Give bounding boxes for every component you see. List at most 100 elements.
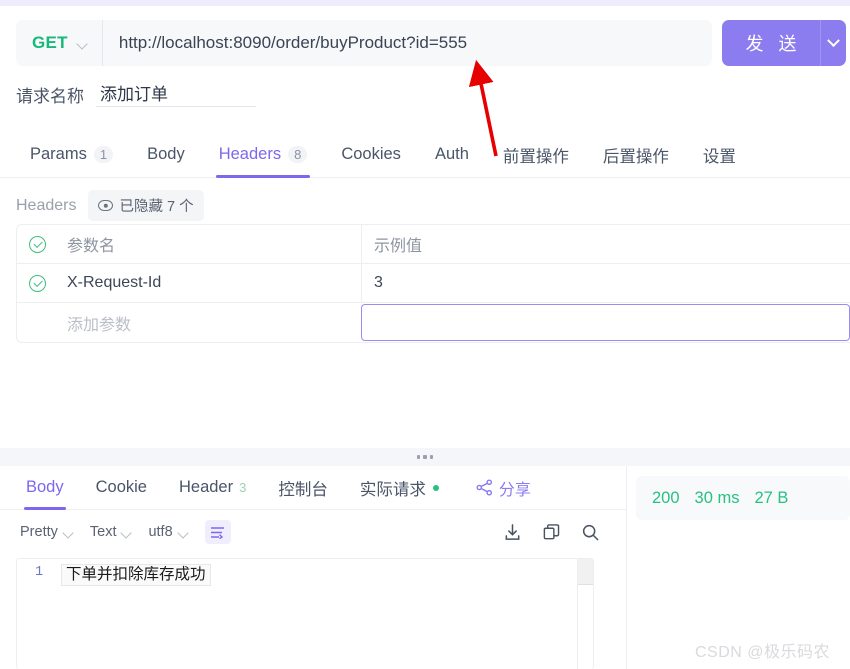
tab-response-body[interactable]: Body bbox=[10, 466, 80, 510]
encoding-select[interactable]: utf8 bbox=[140, 524, 196, 540]
tab-post-operation[interactable]: 后置操作 bbox=[586, 132, 686, 178]
chevron-down-icon bbox=[77, 40, 88, 47]
header-value-cell[interactable]: 3 bbox=[361, 264, 850, 302]
url-input-group: GET bbox=[16, 20, 712, 66]
hidden-headers-label: 已隐藏 7 个 bbox=[119, 199, 194, 215]
line-number: 1 bbox=[34, 565, 44, 580]
tab-body[interactable]: Body bbox=[130, 132, 202, 178]
status-time: 30 ms bbox=[694, 488, 740, 507]
tab-label: Cookies bbox=[341, 145, 401, 163]
row-checkbox-cell[interactable] bbox=[17, 274, 57, 292]
response-body-editor[interactable]: 1 下单并扣除库存成功 bbox=[16, 558, 594, 669]
select-all-cell[interactable] bbox=[17, 235, 57, 253]
top-accent-strip bbox=[0, 0, 850, 6]
column-header-name: 参数名 bbox=[67, 238, 116, 255]
tab-label: 后置操作 bbox=[602, 147, 669, 166]
response-body-toolbar: Pretty Text utf8 bbox=[0, 512, 627, 552]
type-select[interactable]: Text bbox=[82, 524, 141, 540]
tab-label: 设置 bbox=[702, 147, 736, 166]
tab-auth[interactable]: Auth bbox=[418, 132, 486, 178]
chevron-down-icon bbox=[827, 33, 840, 47]
tab-console[interactable]: 控制台 bbox=[262, 466, 344, 510]
drag-dot bbox=[430, 455, 434, 459]
text-wrap-toggle[interactable] bbox=[204, 520, 231, 544]
status-badge: 200 30 ms 27 B bbox=[636, 476, 850, 520]
checkmark-icon[interactable] bbox=[28, 235, 46, 253]
format-label: Pretty bbox=[20, 524, 58, 540]
format-select[interactable]: Pretty bbox=[12, 524, 82, 540]
editor-scrollbar[interactable] bbox=[577, 559, 593, 669]
table-header-row: 参数名 示例值 bbox=[17, 225, 850, 264]
tab-label: Body bbox=[147, 145, 185, 163]
api-client-window: GET 发 送 请求名称 Params 1 Body Headers 8 bbox=[0, 0, 850, 669]
chevron-down-icon bbox=[63, 529, 74, 536]
request-name-row: 请求名称 bbox=[16, 82, 256, 107]
share-button[interactable]: 分享 bbox=[461, 476, 545, 500]
hidden-headers-toggle[interactable]: 已隐藏 7 个 bbox=[88, 190, 204, 221]
tab-response-header[interactable]: Header 3 bbox=[163, 466, 262, 510]
response-tabs: Body Cookie Header 3 控制台 实际请求 分享 bbox=[0, 466, 627, 510]
headers-section-title: Headers bbox=[16, 196, 77, 214]
http-method-label: GET bbox=[32, 33, 68, 52]
eye-icon bbox=[98, 200, 114, 211]
tab-response-cookie[interactable]: Cookie bbox=[80, 466, 163, 510]
tab-label: Header bbox=[178, 478, 234, 496]
header-name-cell[interactable]: X-Request-Id bbox=[57, 274, 361, 292]
editor-scrollbar-thumb[interactable] bbox=[578, 559, 593, 585]
tab-headers[interactable]: Headers 8 bbox=[202, 132, 325, 178]
share-icon bbox=[476, 479, 492, 496]
editor-code-area[interactable]: 下单并扣除库存成功 bbox=[61, 559, 593, 669]
table-row: X-Request-Id 3 bbox=[17, 264, 850, 303]
tab-settings[interactable]: 设置 bbox=[686, 132, 753, 178]
send-options-button[interactable] bbox=[820, 20, 846, 66]
tab-label: Cookie bbox=[95, 478, 147, 496]
panel-splitter-handle[interactable] bbox=[0, 448, 850, 466]
response-body-line: 下单并扣除库存成功 bbox=[61, 564, 211, 586]
request-tabs: Params 1 Body Headers 8 Cookies Auth 前置操… bbox=[0, 132, 850, 178]
drag-dot bbox=[423, 455, 427, 459]
checkmark-icon[interactable] bbox=[28, 274, 46, 292]
share-label: 分享 bbox=[498, 481, 531, 499]
tab-label: Auth bbox=[434, 145, 469, 163]
tab-label: Params bbox=[30, 145, 87, 163]
send-button[interactable]: 发 送 bbox=[722, 20, 820, 66]
send-button-group: 发 送 bbox=[722, 20, 846, 66]
editor-line-numbers: 1 bbox=[17, 559, 61, 669]
tab-badge: 3 bbox=[239, 480, 247, 495]
response-panel: Body Cookie Header 3 控制台 实际请求 分享 Pretty … bbox=[0, 466, 627, 669]
request-name-label: 请求名称 bbox=[16, 87, 84, 106]
response-tool-icons bbox=[503, 523, 627, 542]
tab-label: 实际请求 bbox=[359, 480, 426, 499]
tab-badge: 8 bbox=[288, 146, 308, 163]
add-header-value-input[interactable] bbox=[361, 304, 850, 341]
headers-table: 参数名 示例值 X-Request-Id 3 添加参数 bbox=[16, 224, 850, 343]
download-icon[interactable] bbox=[503, 523, 522, 542]
add-header-name-input[interactable]: 添加参数 bbox=[57, 311, 361, 335]
chevron-down-icon bbox=[178, 529, 189, 536]
column-header-value: 示例值 bbox=[361, 225, 850, 263]
tab-label: Headers bbox=[218, 145, 282, 163]
drag-dot bbox=[416, 455, 420, 459]
table-add-row: 添加参数 bbox=[17, 303, 850, 342]
tab-badge: 1 bbox=[93, 146, 114, 163]
request-name-input[interactable] bbox=[96, 82, 256, 107]
tab-pre-operation[interactable]: 前置操作 bbox=[486, 132, 586, 178]
tab-label: 控制台 bbox=[278, 480, 328, 499]
status-dot-icon bbox=[432, 484, 439, 491]
url-input[interactable] bbox=[102, 20, 712, 66]
tab-label: Body bbox=[26, 478, 64, 496]
copy-icon[interactable] bbox=[542, 523, 561, 542]
status-code: 200 bbox=[652, 488, 680, 507]
http-method-select[interactable]: GET bbox=[16, 20, 103, 66]
request-url-bar: GET 发 送 bbox=[0, 20, 850, 70]
tab-label: 前置操作 bbox=[502, 147, 569, 166]
tab-params[interactable]: Params 1 bbox=[13, 132, 130, 178]
chevron-down-icon bbox=[121, 529, 132, 536]
search-icon[interactable] bbox=[581, 523, 600, 542]
watermark: CSDN @极乐码农 bbox=[695, 644, 831, 661]
tab-cookies[interactable]: Cookies bbox=[324, 132, 418, 178]
text-wrap-icon bbox=[211, 526, 225, 539]
type-label: Text bbox=[89, 524, 117, 540]
headers-subheader: Headers 已隐藏 7 个 bbox=[16, 190, 204, 221]
tab-actual-request[interactable]: 实际请求 bbox=[344, 466, 455, 510]
